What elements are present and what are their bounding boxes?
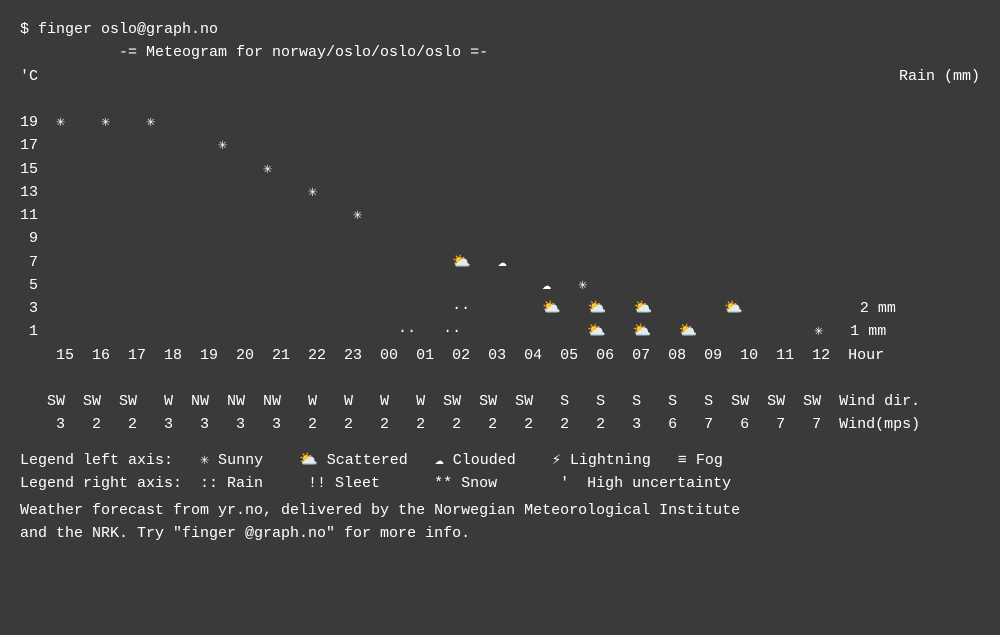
chart-area: 19 ✳ ✳ ✳ 17 ✳ 15 ✳ 13 ✳ 11 ✳ 9 7 ⛅ ☁ bbox=[20, 88, 980, 390]
hour-axis: 15 16 17 18 19 20 21 22 23 00 01 02 03 0… bbox=[20, 347, 884, 364]
wind-spd-row: 3 2 2 3 3 3 3 2 2 2 2 2 2 2 2 2 3 6 7 6 … bbox=[20, 413, 980, 436]
row-15: 15 ✳ bbox=[20, 161, 272, 178]
row-3: 3 ·· ⛅ ⛅ ⛅ ⛅ 2 mm bbox=[20, 300, 896, 317]
legend-line-1: Legend left axis: ✳ Sunny ⛅ Scattered ☁ … bbox=[20, 449, 980, 472]
wind-dir-row: SW SW SW W NW NW NW W W W W SW SW SW S S… bbox=[20, 390, 980, 413]
terminal-container: $ finger oslo@graph.no -= Meteogram for … bbox=[20, 18, 980, 546]
row-1: 1 ·· ·· ⛅ ⛅ ⛅ ✳ 1 mm bbox=[20, 323, 886, 340]
row-11: 11 ✳ bbox=[20, 207, 362, 224]
command-line: $ finger oslo@graph.no bbox=[20, 18, 980, 41]
footer-line-1: Weather forecast from yr.no, delivered b… bbox=[20, 499, 980, 522]
title-line: -= Meteogram for norway/oslo/oslo/oslo =… bbox=[20, 41, 980, 64]
legend-line-2: Legend right axis: :: Rain !! Sleet ** S… bbox=[20, 472, 980, 495]
row-13: 13 ✳ bbox=[20, 184, 317, 201]
footer-line-2: and the NRK. Try "finger @graph.no" for … bbox=[20, 522, 980, 545]
row-19: 19 ✳ ✳ ✳ bbox=[20, 114, 155, 131]
rain-label: Rain (mm) bbox=[899, 65, 980, 88]
axis-rain-labels: 'C Rain (mm) bbox=[20, 65, 980, 88]
row-17: 17 ✳ bbox=[20, 137, 227, 154]
row-7: 7 ⛅ ☁ bbox=[20, 254, 507, 271]
row-5: 5 ☁ ✳ bbox=[20, 277, 587, 294]
row-9: 9 bbox=[20, 230, 38, 247]
y-axis-label: 'C bbox=[20, 65, 38, 88]
